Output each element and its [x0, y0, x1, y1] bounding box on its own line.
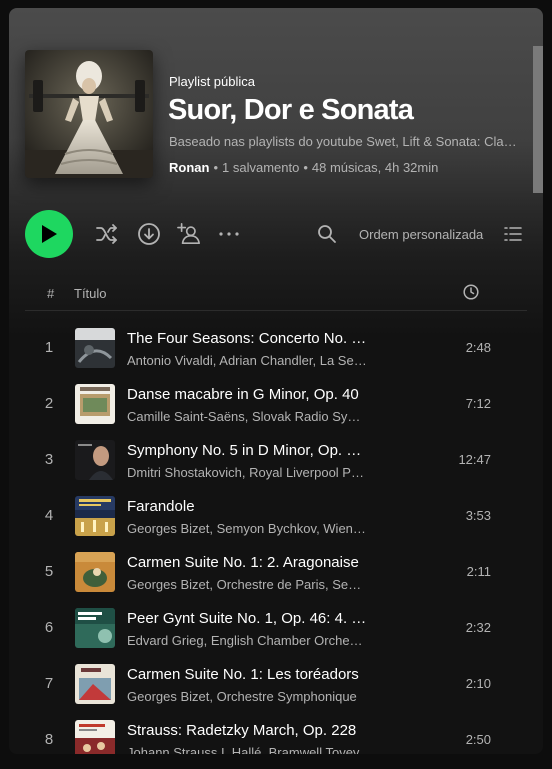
- playlist-type-label: Playlist pública: [169, 74, 255, 89]
- track-row[interactable]: 4 Farandole Georges Bizet, Semyon Bychko…: [25, 489, 527, 545]
- track-number: 7: [44, 675, 54, 692]
- track-row[interactable]: 2 Danse macabre in G Minor, Op. 40 Camil…: [25, 377, 527, 433]
- clock-icon: [463, 284, 479, 300]
- playlist-owner-link[interactable]: Ronan: [169, 160, 209, 175]
- track-row[interactable]: 3 Symphony No. 5 in D Minor, Op. 47: IV.…: [25, 433, 527, 489]
- invite-collaborator-button[interactable]: [177, 222, 201, 246]
- meta-separator: •: [213, 160, 219, 175]
- track-duration: 2:50: [465, 732, 491, 747]
- track-title[interactable]: The Four Seasons: Concerto No. 2 in G Mi…: [127, 330, 367, 347]
- track-artists[interactable]: Edvard Grieg, English Chamber Orchestra: [127, 633, 367, 648]
- track-row[interactable]: 7 Carmen Suite No. 1: Les toréadors Geor…: [25, 657, 527, 713]
- track-album-art: [75, 552, 115, 592]
- playlist-window: Playlist pública Suor, Dor e Sonata Base…: [9, 8, 543, 754]
- track-number: 3: [44, 451, 54, 468]
- track-artists[interactable]: Georges Bizet, Orchestre Symphonique: [127, 689, 367, 704]
- column-duration-header[interactable]: [463, 284, 479, 305]
- track-artists[interactable]: Dmitri Shostakovich, Royal Liverpool Phi…: [127, 465, 367, 480]
- track-duration: 12:47: [458, 452, 491, 467]
- track-duration: 7:12: [465, 396, 491, 411]
- track-duration: 2:11: [466, 564, 491, 579]
- tracklist: 1 The Four Seasons: Concerto No. 2 in G …: [25, 321, 527, 754]
- track-title[interactable]: Carmen Suite No. 1: Les toréadors: [127, 666, 367, 683]
- list-icon: [504, 227, 522, 241]
- more-options-button[interactable]: [217, 222, 241, 246]
- track-album-art: [75, 440, 115, 480]
- playlist-header: Playlist pública Suor, Dor e Sonata Base…: [9, 8, 543, 203]
- track-title[interactable]: Symphony No. 5 in D Minor, Op. 47: IV. A…: [127, 442, 367, 459]
- track-album-art: [75, 328, 115, 368]
- track-title[interactable]: Danse macabre in G Minor, Op. 40: [127, 386, 367, 403]
- track-album-art: [75, 384, 115, 424]
- track-row[interactable]: 1 The Four Seasons: Concerto No. 2 in G …: [25, 321, 527, 377]
- playlist-title[interactable]: Suor, Dor e Sonata: [168, 94, 414, 127]
- track-row[interactable]: 6 Peer Gynt Suite No. 1, Op. 46: 4. In t…: [25, 601, 527, 657]
- download-icon: [138, 223, 160, 245]
- track-artists[interactable]: Georges Bizet, Semyon Bychkov, Wiener Ph…: [127, 521, 367, 536]
- more-icon: [219, 232, 239, 236]
- track-number: 4: [44, 507, 54, 524]
- track-title[interactable]: Strauss: Radetzky March, Op. 228: [127, 722, 367, 739]
- playlist-stats: 48 músicas, 4h 32min: [311, 160, 439, 175]
- search-in-playlist-button[interactable]: [315, 222, 339, 246]
- track-artists[interactable]: Georges Bizet, Orchestre de Paris, Semyo…: [127, 577, 367, 592]
- track-duration: 2:10: [465, 676, 491, 691]
- shuffle-button[interactable]: [95, 222, 119, 246]
- playlist-saves: 1 salvamento: [222, 160, 300, 175]
- playlist-cover[interactable]: [25, 50, 153, 178]
- search-icon: [318, 225, 336, 243]
- meta-separator: •: [303, 160, 308, 175]
- download-button[interactable]: [137, 222, 161, 246]
- playlist-description: Baseado nas playlists do youtube Swet, L…: [169, 134, 519, 149]
- track-row[interactable]: 5 Carmen Suite No. 1: 2. Aragonaise Geor…: [25, 545, 527, 601]
- scrollbar-thumb[interactable]: [533, 46, 543, 193]
- shuffle-icon: [96, 224, 117, 244]
- track-artists[interactable]: Camille Saint-Saëns, Slovak Radio Sympho…: [127, 409, 367, 424]
- track-album-art: [75, 496, 115, 536]
- track-artists[interactable]: Johann Strauss I, Hallé, Bramwell Tovey: [127, 745, 367, 754]
- column-title-header[interactable]: Título: [74, 286, 107, 301]
- track-number: 8: [44, 731, 54, 748]
- sort-order-button[interactable]: Ordem personalizada: [359, 227, 483, 242]
- track-artists[interactable]: Antonio Vivaldi, Adrian Chandler, La Ser…: [127, 353, 367, 368]
- track-title[interactable]: Carmen Suite No. 1: 2. Aragonaise: [127, 554, 367, 571]
- track-number: 6: [44, 619, 54, 636]
- cover-art-image: [25, 50, 153, 178]
- track-duration: 2:32: [465, 620, 491, 635]
- play-button[interactable]: [25, 210, 73, 258]
- track-duration: 3:53: [465, 508, 491, 523]
- action-bar: Ordem personalizada: [9, 203, 543, 267]
- play-icon: [42, 225, 57, 243]
- track-album-art: [75, 664, 115, 704]
- tracklist-header: # Título: [25, 284, 527, 311]
- track-title[interactable]: Peer Gynt Suite No. 1, Op. 46: 4. In the…: [127, 610, 367, 627]
- track-album-art: [75, 608, 115, 648]
- track-number: 1: [44, 339, 54, 356]
- track-number: 2: [44, 395, 54, 412]
- track-duration: 2:48: [465, 340, 491, 355]
- track-row[interactable]: 8 Strauss: Radetzky March, Op. 228 Johan…: [25, 713, 527, 754]
- playlist-meta: Ronan • 1 salvamento • 48 músicas, 4h 32min: [169, 160, 438, 175]
- view-list-button[interactable]: [501, 222, 525, 246]
- add-user-icon: [177, 223, 200, 245]
- track-number: 5: [44, 563, 54, 580]
- track-album-art: [75, 720, 115, 754]
- track-title[interactable]: Farandole: [127, 498, 367, 515]
- column-number-header: #: [47, 286, 55, 301]
